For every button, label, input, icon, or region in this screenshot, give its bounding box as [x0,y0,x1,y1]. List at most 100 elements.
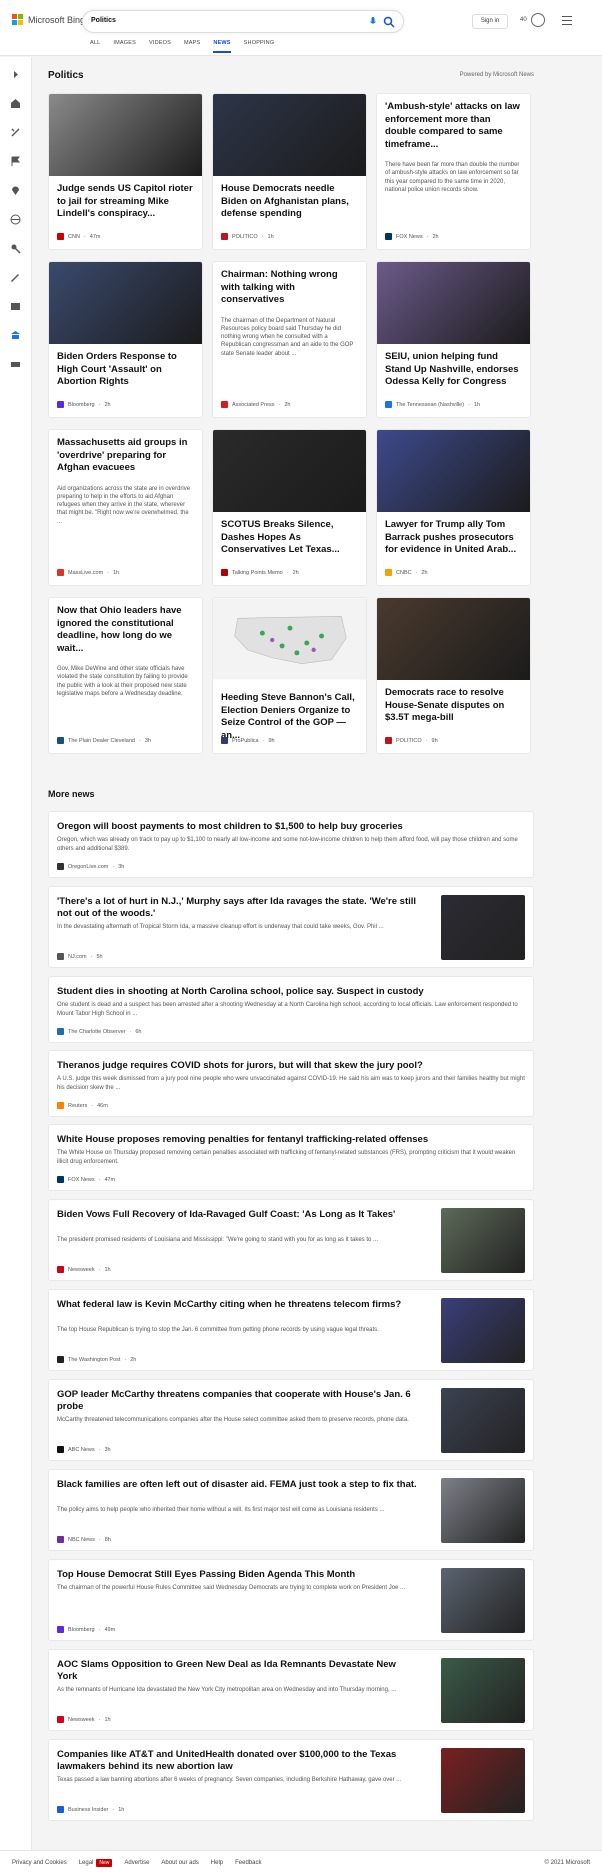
item-thumbnail[interactable] [441,1208,525,1273]
card-title[interactable]: Democrats race to resolve House-Senate d… [377,680,530,725]
microphone-icon[interactable] [370,17,376,27]
item-title[interactable]: 'There's a lot of hurt in N.J.,' Murphy … [57,896,417,920]
item-thumbnail[interactable] [441,1658,525,1723]
tab-videos[interactable]: VIDEOS [149,40,184,46]
more-news-item[interactable]: AOC Slams Opposition to Green New Deal a… [48,1649,534,1731]
powered-by[interactable]: Powered by Microsoft News [460,72,534,78]
globe-icon[interactable] [10,214,21,225]
news-card[interactable]: Heeding Steve Bannon's Call, Election De… [212,597,367,754]
item-title[interactable]: White House proposes removing penalties … [57,1134,525,1146]
tab-maps[interactable]: MAPS [184,40,213,46]
expand-chevron-icon[interactable] [10,69,21,80]
sign-in-button[interactable]: Sign in [472,14,508,29]
money-icon[interactable] [10,359,21,370]
footer-link-label[interactable]: About our ads [161,1860,198,1866]
card-title[interactable]: SEIU, union helping fund Stand Up Nashvi… [377,344,530,389]
news-card[interactable]: Now that Ohio leaders have ignored the c… [48,597,203,754]
news-card[interactable]: Biden Orders Response to High Court 'Ass… [48,261,203,418]
sports-icon[interactable] [10,243,21,254]
footer-link-label[interactable]: Advertise [124,1860,149,1866]
item-thumbnail[interactable] [441,1388,525,1453]
item-thumbnail[interactable] [441,1748,525,1813]
tab-shopping[interactable]: SHOPPING [244,40,288,46]
card-title[interactable]: Biden Orders Response to High Court 'Ass… [49,344,202,389]
menu-icon[interactable] [562,16,572,25]
item-thumbnail[interactable] [441,895,525,960]
more-news-item[interactable]: Oregon will boost payments to most child… [48,811,534,878]
card-source: The Plain Dealer Cleveland · 3h [57,737,151,744]
footer-link-label[interactable]: Privacy and Cookies [12,1860,67,1866]
footer-link[interactable]: Help [211,1860,223,1866]
card-title[interactable]: SCOTUS Breaks Silence, Dashes Hopes As C… [213,512,366,557]
search-icon[interactable] [383,16,395,28]
search-input[interactable]: Politics [91,17,116,24]
news-card[interactable]: Chairman: Nothing wrong with talking wit… [212,261,367,418]
politics-icon[interactable] [10,330,21,341]
rewards-points[interactable]: 40 [520,17,527,23]
item-thumbnail[interactable] [441,1478,525,1543]
more-news-item[interactable]: GOP leader McCarthy threatens companies … [48,1379,534,1461]
item-title[interactable]: Companies like AT&T and UnitedHealth don… [57,1749,417,1773]
news-card[interactable]: Democrats race to resolve House-Senate d… [376,597,531,754]
footer-link[interactable]: Legal New [79,1859,113,1867]
card-title[interactable]: Now that Ohio leaders have ignored the c… [49,598,202,655]
source-separator: · [138,737,141,744]
card-title[interactable]: Chairman: Nothing wrong with talking wit… [213,262,366,307]
card-title[interactable]: Massachusetts aid groups in 'overdrive' … [49,430,202,475]
footer-link-label[interactable]: Feedback [235,1860,261,1866]
item-thumbnail[interactable] [441,1298,525,1363]
more-news-item[interactable]: Student dies in shooting at North Caroli… [48,976,534,1043]
item-title[interactable]: Top House Democrat Still Eyes Passing Bi… [57,1569,417,1581]
tab-all[interactable]: ALL [90,40,113,46]
more-news-item[interactable]: Companies like AT&T and UnitedHealth don… [48,1739,534,1821]
home-icon[interactable] [10,98,21,109]
item-title[interactable]: Black families are often left out of dis… [57,1479,417,1491]
more-news-item[interactable]: What federal law is Kevin McCarthy citin… [48,1289,534,1371]
more-news-item[interactable]: White House proposes removing penalties … [48,1124,534,1191]
science-icon[interactable] [10,272,21,283]
more-news-item[interactable]: Theranos judge requires COVID shots for … [48,1050,534,1117]
more-news-item[interactable]: Biden Vows Full Recovery of Ida-Ravaged … [48,1199,534,1281]
item-thumbnail[interactable] [441,1568,525,1633]
bing-logo[interactable]: Microsoft Bing [12,14,85,25]
item-title[interactable]: What federal law is Kevin McCarthy citin… [57,1299,417,1311]
news-card[interactable]: House Democrats needle Biden on Afghanis… [212,93,367,250]
tools-icon[interactable] [10,127,21,138]
card-title[interactable]: Judge sends US Capitol rioter to jail fo… [49,176,202,221]
item-title[interactable]: Student dies in shooting at North Caroli… [57,986,525,998]
more-news-item[interactable]: Top House Democrat Still Eyes Passing Bi… [48,1559,534,1641]
item-title[interactable]: Oregon will boost payments to most child… [57,821,525,833]
item-title[interactable]: AOC Slams Opposition to Green New Deal a… [57,1659,417,1683]
more-news-item[interactable]: 'There's a lot of hurt in N.J.,' Murphy … [48,886,534,968]
search-box[interactable]: Politics [82,10,404,33]
item-title[interactable]: GOP leader McCarthy threatens companies … [57,1389,417,1413]
footer-link[interactable]: Advertise [124,1860,149,1866]
entertainment-icon[interactable] [10,301,21,312]
item-title[interactable]: Biden Vows Full Recovery of Ida-Ravaged … [57,1209,417,1221]
card-title[interactable]: House Democrats needle Biden on Afghanis… [213,176,366,221]
rewards-icon[interactable] [531,13,545,27]
publisher-logo-icon [385,233,392,240]
footer-link[interactable]: Feedback [235,1860,261,1866]
item-title[interactable]: Theranos judge requires COVID shots for … [57,1060,525,1072]
more-news-item[interactable]: Black families are often left out of dis… [48,1469,534,1551]
source-time: 8h [104,1536,111,1543]
card-title[interactable]: 'Ambush-style' attacks on law enforcemen… [377,94,530,151]
news-card[interactable]: 'Ambush-style' attacks on law enforcemen… [376,93,531,250]
footer-link[interactable]: Privacy and Cookies [12,1860,67,1866]
news-card[interactable]: SEIU, union helping fund Stand Up Nashvi… [376,261,531,418]
footer-link-label[interactable]: Legal [79,1860,94,1866]
news-card[interactable]: Judge sends US Capitol rioter to jail fo… [48,93,203,250]
news-card[interactable]: Lawyer for Trump ally Tom Barrack pushes… [376,429,531,586]
flag-icon[interactable] [10,156,21,167]
footer-link[interactable]: About our ads [161,1860,198,1866]
card-title[interactable]: Heeding Steve Bannon's Call, Election De… [213,685,366,742]
card-title[interactable]: Lawyer for Trump ally Tom Barrack pushes… [377,512,530,557]
footer-link-label[interactable]: Help [211,1860,223,1866]
tab-images[interactable]: IMAGES [113,40,149,46]
news-card[interactable]: SCOTUS Breaks Silence, Dashes Hopes As C… [212,429,367,586]
tab-news[interactable]: NEWS [213,40,243,53]
news-card[interactable]: Massachusetts aid groups in 'overdrive' … [48,429,203,586]
publisher-logo-icon [57,1102,64,1109]
location-icon[interactable] [10,185,21,196]
